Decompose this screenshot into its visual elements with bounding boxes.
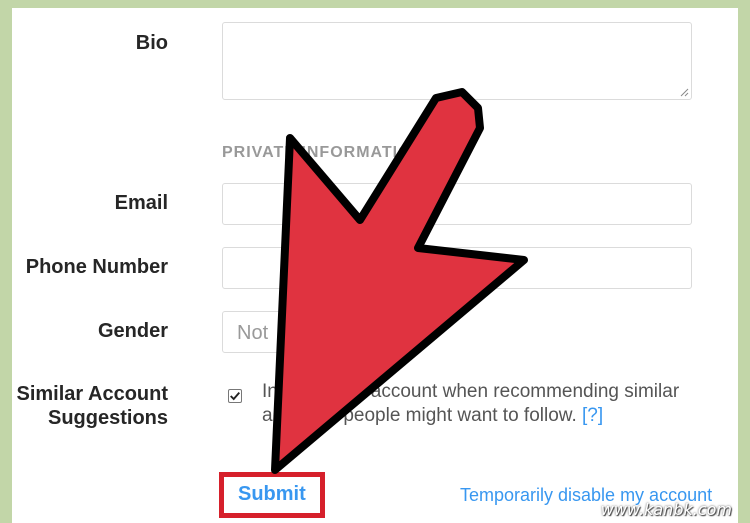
watermark: www.kanbk.com (600, 500, 732, 519)
red-arrow-annotation (271, 88, 528, 474)
edit-profile-form: Bio PRIVATE INFORMATION Email Phone Numb… (12, 8, 738, 523)
